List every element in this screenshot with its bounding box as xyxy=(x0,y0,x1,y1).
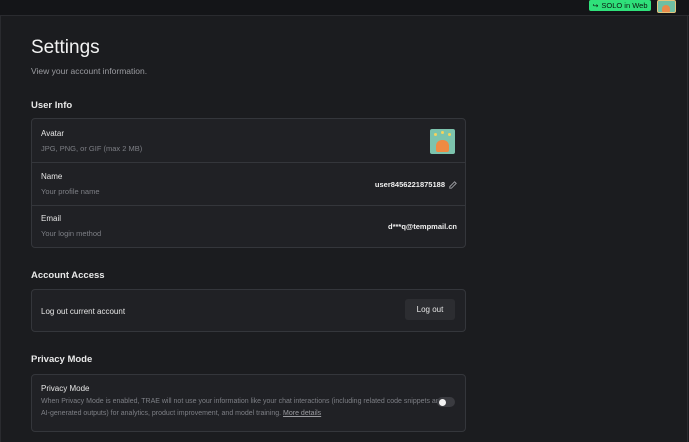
solo-in-web-button[interactable]: ↪ SOLO in Web xyxy=(589,0,651,11)
user-avatar-icon[interactable] xyxy=(657,0,676,13)
user-info-card: Avatar JPG, PNG, or GIF (max 2 MB) Name … xyxy=(31,118,466,248)
section-title-account-access: Account Access xyxy=(31,270,105,281)
divider xyxy=(0,16,1,442)
privacy-mode-desc: When Privacy Mode is enabled, TRAE will … xyxy=(41,396,451,420)
email-label: Email xyxy=(41,214,62,223)
name-desc: Your profile name xyxy=(41,187,100,196)
page-subtitle: View your account information. xyxy=(31,66,148,76)
section-title-privacy-mode: Privacy Mode xyxy=(31,354,93,365)
privacy-mode-toggle[interactable] xyxy=(437,397,455,407)
top-bar: ↪ SOLO in Web xyxy=(0,0,689,16)
avatar-row: Avatar JPG, PNG, or GIF (max 2 MB) xyxy=(32,119,465,162)
privacy-mode-label: Privacy Mode xyxy=(41,384,90,393)
name-value-group: user8456221875188 xyxy=(375,180,457,189)
page-title: Settings xyxy=(31,37,100,58)
name-row: Name Your profile name user8456221875188 xyxy=(32,163,465,205)
section-title-user-info: User Info xyxy=(31,100,73,111)
more-details-link[interactable]: More details xyxy=(283,410,321,417)
avatar-desc: JPG, PNG, or GIF (max 2 MB) xyxy=(41,144,143,153)
divider xyxy=(687,16,688,442)
avatar-label: Avatar xyxy=(41,129,64,138)
privacy-mode-card: Privacy Mode When Privacy Mode is enable… xyxy=(31,374,466,432)
email-desc: Your login method xyxy=(41,229,102,238)
logout-label: Log out current account xyxy=(41,307,126,316)
name-value: user8456221875188 xyxy=(374,180,445,189)
account-access-card: Log out current account Log out xyxy=(31,289,466,332)
privacy-desc-text: When Privacy Mode is enabled, TRAE will … xyxy=(41,398,444,417)
external-arrow-icon: ↪ xyxy=(592,2,599,10)
avatar-image[interactable] xyxy=(430,129,455,154)
edit-pencil-icon[interactable] xyxy=(449,180,457,189)
email-row: Email Your login method d***q@tempmail.c… xyxy=(32,206,465,247)
logout-button[interactable]: Log out xyxy=(405,299,455,320)
email-value: d***q@tempmail.cn xyxy=(388,222,457,231)
solo-button-label: SOLO in Web xyxy=(601,1,648,10)
toggle-knob xyxy=(439,398,446,406)
name-label: Name xyxy=(41,172,63,181)
